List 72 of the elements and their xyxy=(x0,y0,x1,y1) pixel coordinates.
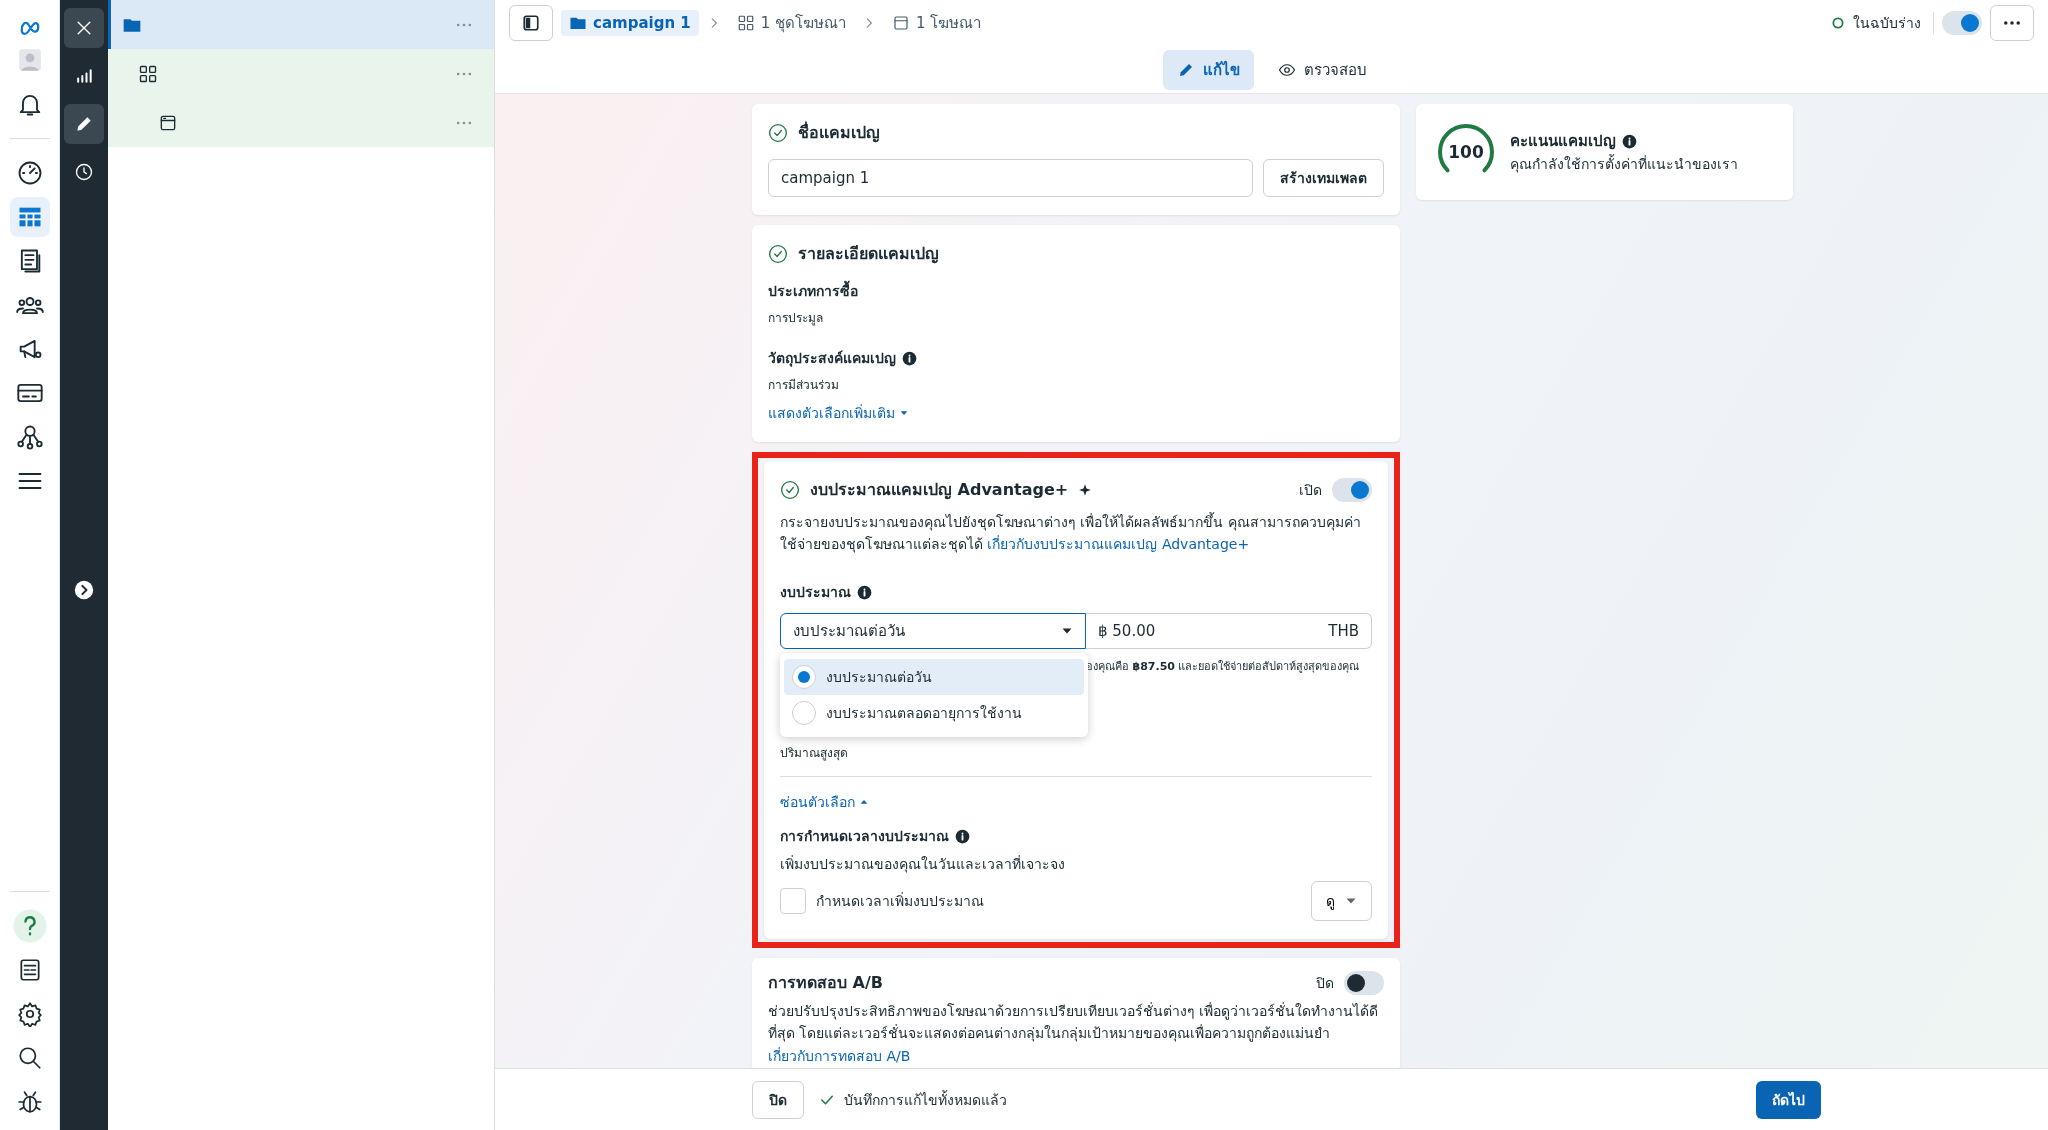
search-icon[interactable] xyxy=(16,1045,43,1071)
toggle-switch[interactable] xyxy=(1344,970,1384,995)
toggle-switch[interactable] xyxy=(1332,477,1372,502)
description: เพิ่มงบประมาณของคุณในวันและเวลาที่เจาะจง xyxy=(780,854,1066,875)
field-label: งบประมาณ xyxy=(780,583,851,603)
toggle-label: เปิด xyxy=(1299,480,1322,500)
score-subtitle: คุณกำลังใช้การตั้งค่าที่แนะนำของเรา xyxy=(1510,153,1738,175)
cap-value: ปริมาณสูงสุด xyxy=(780,745,849,763)
close-button[interactable]: ปิด xyxy=(752,1080,804,1119)
mode-tab[interactable]: แก้ไข xyxy=(1162,49,1254,90)
caret-down-icon xyxy=(899,408,909,418)
breadcrumb[interactable]: 1 โฆษณา xyxy=(884,7,990,39)
section-title: ชื่อแคมเปญ xyxy=(798,120,880,145)
bug-icon[interactable] xyxy=(16,1089,43,1115)
section-title: รายละเอียดแคมเปญ xyxy=(798,243,939,266)
check-circle-icon xyxy=(768,122,788,143)
currency-label: THB xyxy=(1328,622,1359,641)
avatar-icon xyxy=(16,47,43,73)
checkbox-label: กำหนดเวลาเพิ่มงบประมาณ xyxy=(816,891,984,912)
bar-chart-icon xyxy=(74,66,94,86)
field-label: การกำหนดเวลางบประมาณ xyxy=(780,827,949,847)
field-value: การประมูล xyxy=(768,310,824,327)
create-template-button[interactable]: สร้างเทมเพลต xyxy=(1263,159,1384,197)
tool-tab[interactable] xyxy=(64,104,104,144)
budget-note: องคุณคือ ฿87.50 และยอดใช้จ่ายต่อสัปดาห์สูงสุดของคุณ xyxy=(1086,660,1360,674)
field-value: การมีส่วนร่วม xyxy=(768,377,840,394)
dropdown-option[interactable]: งบประมาณตลอดอายุการใช้งาน xyxy=(784,695,1084,732)
grid-icon xyxy=(736,14,755,32)
section-title: งบประมาณแคมเปญ Advantage+ xyxy=(810,479,1069,502)
view-dropdown[interactable]: ดู xyxy=(1311,881,1372,922)
clock-icon xyxy=(74,162,94,182)
network-icon xyxy=(15,423,44,451)
show-more-link[interactable]: แสดงตัวเลือกเพิ่มเติม xyxy=(768,402,895,424)
score-title: คะแนนแคมเปญ xyxy=(1510,131,1616,152)
score-value: 100 xyxy=(1448,142,1484,162)
budget-type-dropdown[interactable]: งบประมาณต่อวัน xyxy=(780,613,1086,650)
breadcrumb[interactable]: 1 ชุดโฆษณา xyxy=(728,7,855,39)
info-icon xyxy=(902,350,917,366)
campaign-name-field[interactable]: campaign 1 xyxy=(768,159,1253,197)
expand-icon[interactable] xyxy=(74,580,94,600)
budget-amount-field[interactable]: ฿ 50.00 THB xyxy=(1086,613,1372,650)
about-link[interactable]: เกี่ยวกับการทดสอบ A/B xyxy=(768,1044,1384,1067)
section-title: การทดสอบ A/B xyxy=(768,972,883,995)
panel-toggle-button[interactable] xyxy=(509,5,553,41)
description: กระจายงบประมาณของคุณไปยังชุดโฆษณาต่างๆ เพื่อให้ได้ผลลัพธ์มากขึ้น คุณสามารถควบคุมค่าใช้จ่ายของชุดโฆษณาแต่ละชุดได้ เกี่ยวกับงบประมาณแคมเปญ Advantage+ xyxy=(780,512,1362,555)
check-circle-icon xyxy=(768,243,788,264)
status-circle-icon xyxy=(1831,16,1845,30)
description: ช่วยปรับปรุงประสิทธิภาพของโฆษณาด้วยการเปรียบเทียบเวอร์ชั่นต่างๆ เพื่อดูว่าเวอร์ชั่นใดทำงานได้ดีที่สุด โดยแต่ละเวอร์ชั่นจะแสดงต่อคนต่างกลุ่มในกลุ่มเป้าหมายของคุณเพื่อความถูกต้องแม่นยำ xyxy=(768,1001,1380,1044)
check-circle-icon xyxy=(780,479,800,500)
toggle-switch[interactable] xyxy=(1942,11,1982,35)
pencil-icon xyxy=(74,114,94,134)
hide-options-link[interactable]: ซ่อนตัวเลือก xyxy=(780,791,855,814)
checkbox[interactable] xyxy=(780,888,806,915)
status-label: ในฉบับร่าง xyxy=(1853,14,1921,33)
dropdown-option[interactable]: งบประมาณต่อวัน xyxy=(784,659,1084,696)
toggle-label: ปิด xyxy=(1316,973,1334,993)
info-icon xyxy=(1622,133,1637,149)
panel-icon xyxy=(522,14,540,32)
more-icon xyxy=(2004,21,2020,25)
grid-icon xyxy=(138,63,158,84)
field-label: ประเภทการซื้อ xyxy=(768,280,858,302)
help-icon[interactable] xyxy=(11,908,48,944)
settings-icon[interactable] xyxy=(16,1001,43,1027)
info-icon xyxy=(955,828,970,844)
field-label: วัตถุประสงค์แคมเปญ xyxy=(768,349,896,369)
ad-frame-icon xyxy=(892,14,911,32)
mode-tab[interactable]: ตรวจสอบ xyxy=(1263,49,1381,90)
saved-status: บันทึกการแก้ไขทั้งหมดแล้ว xyxy=(844,1089,1007,1110)
breadcrumb[interactable]: campaign 1 xyxy=(561,10,699,36)
info-icon xyxy=(857,584,872,600)
about-link[interactable]: เกี่ยวกับงบประมาณแคมเปญ Advantage+ xyxy=(987,535,1250,552)
next-button[interactable]: ถัดไป xyxy=(1756,1080,1821,1119)
